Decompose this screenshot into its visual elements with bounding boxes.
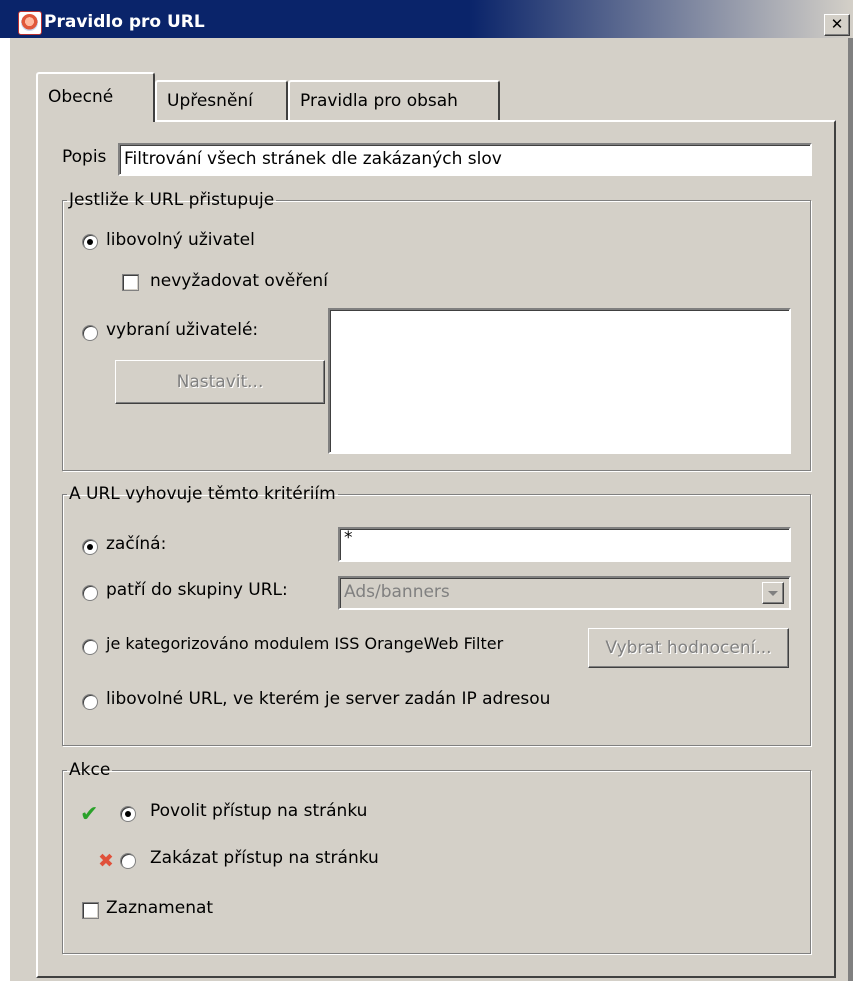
no-auth-label: nevyžadovat ověření (150, 271, 328, 291)
url-group-selected: Ads/banners (344, 582, 450, 602)
description-input[interactable]: Filtrování všech stránek dle zakázaných … (118, 143, 812, 176)
any-user-label: libovolný uživatel (106, 230, 255, 250)
active-tab-joint (38, 118, 153, 122)
deny-x-icon: ✖ (98, 850, 114, 872)
action-group-legend: Akce (69, 760, 111, 780)
log-checkbox[interactable] (82, 902, 99, 919)
close-button[interactable]: ✕ (824, 14, 850, 36)
allow-check-icon: ✔ (80, 802, 99, 827)
tab-obecne[interactable]: Obecné (36, 72, 155, 122)
chevron-down-icon[interactable] (762, 582, 784, 604)
url-group-radio[interactable] (82, 585, 98, 601)
deny-radio[interactable] (120, 853, 136, 869)
url-group-select[interactable]: Ads/banners (338, 576, 791, 610)
starts-with-input[interactable]: * (338, 527, 791, 562)
iss-radio[interactable] (82, 639, 98, 655)
url-group-label: patří do skupiny URL: (106, 580, 288, 600)
criteria-group-legend: A URL vyhovuje těmto kritériím (69, 484, 336, 504)
log-label: Zaznamenat (106, 898, 214, 918)
description-value: Filtrování všech stránek dle zakázaných … (124, 149, 502, 169)
window-title: Pravidlo pro URL (44, 12, 205, 32)
select-rating-button[interactable]: Vybrat hodnocení... (588, 628, 789, 668)
tab-pravidla-pro-obsah[interactable]: Pravidla pro obsah (288, 80, 500, 120)
starts-with-radio[interactable] (82, 539, 98, 555)
selected-users-label: vybraní uživatelé: (106, 320, 259, 340)
set-users-button[interactable]: Nastavit... (115, 360, 325, 404)
no-auth-checkbox[interactable] (122, 274, 139, 291)
deny-label: Zakázat přístup na stránku (150, 848, 379, 868)
any-user-radio[interactable] (82, 234, 98, 250)
allow-radio[interactable] (120, 806, 136, 822)
tab-label: Upřesnění (167, 91, 253, 111)
allow-label: Povolit přístup na stránku (150, 801, 368, 821)
starts-with-label: začíná: (106, 534, 167, 554)
ip-radio[interactable] (82, 694, 98, 710)
tab-upresneni[interactable]: Upřesnění (155, 80, 288, 120)
access-group-legend: Jestliže k URL přistupuje (69, 190, 275, 210)
users-list[interactable] (328, 308, 791, 454)
ip-label: libovolné URL, ve kterém je server zadán… (106, 689, 551, 709)
description-label: Popis (62, 147, 107, 167)
app-icon (18, 11, 42, 35)
tab-label: Obecné (48, 87, 114, 107)
selected-users-radio[interactable] (82, 325, 98, 341)
window-left-edge (0, 38, 11, 981)
iss-label: je kategorizováno modulem ISS OrangeWeb … (106, 634, 504, 653)
starts-with-value: * (344, 529, 353, 547)
tab-label: Pravidla pro obsah (300, 91, 458, 111)
window-right-edge (848, 38, 853, 981)
